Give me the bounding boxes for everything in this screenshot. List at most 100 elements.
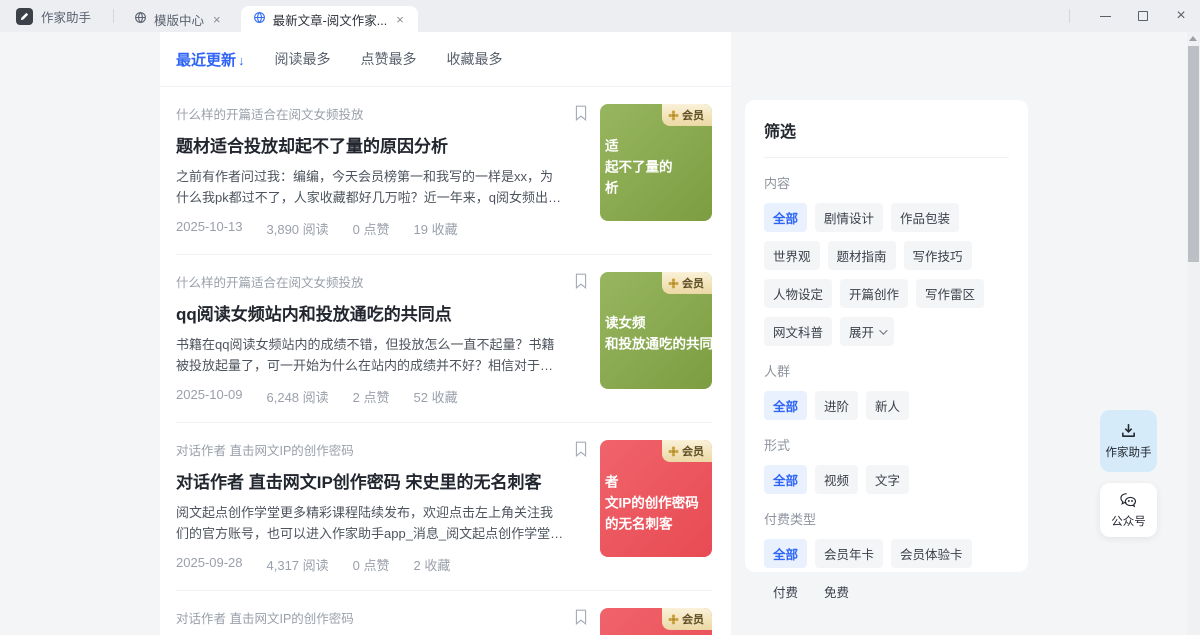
- article-title[interactable]: 题材适合投放却起不了量的原因分析: [176, 132, 564, 157]
- writer-assistant-download-button[interactable]: 作家助手: [1100, 410, 1157, 472]
- thumbnail-text: 读女频 和投放通吃的共同: [600, 312, 712, 354]
- bookmark-button[interactable]: [574, 272, 600, 406]
- article-favs: 19 收藏: [414, 219, 458, 238]
- article-likes: 0 点赞: [353, 555, 390, 574]
- tab-label: 最新文章-阅文作家...: [273, 10, 388, 29]
- maximize-icon: [1138, 11, 1148, 21]
- filter-tag-subject-guide[interactable]: 题材指南: [828, 241, 896, 270]
- chevron-down-icon: [879, 326, 887, 334]
- filter-group-content-label: 内容: [764, 173, 1009, 192]
- filter-tag-video[interactable]: 视频: [815, 465, 858, 494]
- article-meta: 2025-10-09 6,248 阅读 2 点赞 52 收藏: [176, 387, 564, 406]
- filter-tag-webnovel-science[interactable]: 网文科普: [764, 317, 832, 346]
- scrollbar-up-arrow[interactable]: [1189, 36, 1197, 41]
- vip-badge: 会员: [662, 608, 712, 630]
- sort-most-favorited[interactable]: 收藏最多: [447, 49, 503, 69]
- filter-tag-member-trial-card[interactable]: 会员体验卡: [891, 539, 972, 568]
- article-description: 之前有作者问过我：编编，今天会员榜第一和我写的一样是xx，为什么我pk都过不了，…: [176, 166, 564, 208]
- titlebar-divider: [113, 9, 114, 23]
- article-text: 什么样的开篇适合在阅文女频投放 qq阅读女频站内和投放通吃的共同点 书籍在qq阅…: [176, 272, 574, 406]
- expand-button[interactable]: 展开: [840, 317, 894, 346]
- filter-panel: 筛选 内容 全部 剧情设计 作品包装 世界观 题材指南 写作技巧 人物设定 开篇…: [745, 100, 1028, 572]
- article-category: 对话作者 直击网文IP的创作密码: [176, 608, 564, 627]
- article-date: 2025-09-28: [176, 555, 243, 574]
- article-category: 什么样的开篇适合在阅文女频投放: [176, 104, 564, 123]
- article-row[interactable]: 对话作者 直击网文IP的创作密码 对话作者 直击网文IP创作密码 养成系宗门就在…: [176, 591, 712, 635]
- filter-tag-free[interactable]: 免费: [815, 577, 858, 606]
- filter-group-format-tags: 全部 视频 文字: [764, 465, 1009, 494]
- flower-seal-icon: [668, 614, 679, 625]
- scrollbar-thumb[interactable]: [1188, 46, 1199, 262]
- filter-group-audience-tags: 全部 进阶 新人: [764, 391, 1009, 420]
- article-thumbnail[interactable]: 适 起不了量的 析 会员: [600, 104, 712, 221]
- article-title[interactable]: qq阅读女频站内和投放通吃的共同点: [176, 300, 564, 325]
- article-thumbnail[interactable]: 者 文IP的创作密码 的无名刺客 会员: [600, 440, 712, 557]
- article-title[interactable]: 对话作者 直击网文IP创作密码 宋史里的无名刺客: [176, 468, 564, 493]
- filter-tag-work-packaging[interactable]: 作品包装: [891, 203, 959, 232]
- window-controls: ×: [1069, 0, 1200, 32]
- filter-tag-writing-minefield[interactable]: 写作雷区: [916, 279, 984, 308]
- flower-seal-icon: [668, 278, 679, 289]
- filter-tag-all[interactable]: 全部: [764, 203, 807, 232]
- filter-group-content-tags: 全部 剧情设计 作品包装 世界观 题材指南 写作技巧 人物设定 开篇创作 写作雷…: [764, 203, 1009, 346]
- article-reads: 4,317 阅读: [267, 555, 329, 574]
- article-category: 什么样的开篇适合在阅文女频投放: [176, 272, 564, 291]
- article-description: 书籍在qq阅读女频站内的成绩不错，但投放怎么一直不起量？书籍被投放起量了，可一开…: [176, 334, 564, 376]
- bookmark-button[interactable]: [574, 608, 600, 635]
- article-meta: 2025-10-13 3,890 阅读 0 点赞 19 收藏: [176, 219, 564, 238]
- tab-template-center[interactable]: 模版中心 ×: [124, 6, 233, 32]
- filter-tag-text[interactable]: 文字: [866, 465, 909, 494]
- vip-badge: 会员: [662, 104, 712, 126]
- filter-tag-opening-creation[interactable]: 开篇创作: [840, 279, 908, 308]
- bookmark-button[interactable]: [574, 440, 600, 574]
- article-row[interactable]: 什么样的开篇适合在阅文女频投放 题材适合投放却起不了量的原因分析 之前有作者问过…: [176, 87, 712, 255]
- pen-app-icon: [16, 8, 33, 25]
- vip-badge: 会员: [662, 440, 712, 462]
- article-favs: 52 收藏: [414, 387, 458, 406]
- globe-icon: [134, 11, 147, 27]
- official-account-label: 公众号: [1111, 513, 1146, 529]
- filter-tag-worldview[interactable]: 世界观: [764, 241, 820, 270]
- sort-most-read[interactable]: 阅读最多: [275, 49, 331, 69]
- official-account-button[interactable]: 公众号: [1100, 483, 1157, 537]
- thumbnail-text: 适 起不了量的 析: [600, 135, 673, 198]
- filter-tag-member-annual-card[interactable]: 会员年卡: [815, 539, 883, 568]
- minimize-icon: [1100, 16, 1111, 17]
- sort-descending-icon: ↓: [238, 53, 245, 68]
- minimize-button[interactable]: [1086, 0, 1124, 32]
- article-likes: 0 点赞: [353, 219, 390, 238]
- close-window-button[interactable]: ×: [1162, 0, 1200, 32]
- flower-seal-icon: [668, 446, 679, 457]
- article-row[interactable]: 对话作者 直击网文IP的创作密码 对话作者 直击网文IP创作密码 宋史里的无名刺…: [176, 423, 712, 591]
- close-icon[interactable]: ×: [211, 12, 223, 27]
- wechat-icon: [1119, 492, 1138, 508]
- filter-tag-plot-design[interactable]: 剧情设计: [815, 203, 883, 232]
- article-thumbnail[interactable]: 者 文IP的创作密码 宗门就在《万古 会员: [600, 608, 712, 635]
- article-row[interactable]: 什么样的开篇适合在阅文女频投放 qq阅读女频站内和投放通吃的共同点 书籍在qq阅…: [176, 255, 712, 423]
- vip-badge: 会员: [662, 272, 712, 294]
- filter-tag-newcomer[interactable]: 新人: [866, 391, 909, 420]
- sort-recent-update[interactable]: 最近更新↓: [176, 49, 245, 70]
- article-text: 什么样的开篇适合在阅文女频投放 题材适合投放却起不了量的原因分析 之前有作者问过…: [176, 104, 574, 238]
- download-button-label: 作家助手: [1106, 444, 1152, 460]
- filter-tag-character-setting[interactable]: 人物设定: [764, 279, 832, 308]
- article-thumbnail[interactable]: 读女频 和投放通吃的共同 会员: [600, 272, 712, 389]
- article-favs: 2 收藏: [414, 555, 451, 574]
- filter-tag-writing-skills[interactable]: 写作技巧: [904, 241, 972, 270]
- filter-tag-paid[interactable]: 付费: [764, 577, 807, 606]
- bookmark-button[interactable]: [574, 104, 600, 238]
- sort-most-liked[interactable]: 点赞最多: [361, 49, 417, 69]
- maximize-button[interactable]: [1124, 0, 1162, 32]
- close-icon[interactable]: ×: [394, 12, 406, 27]
- close-icon: ×: [1176, 8, 1185, 24]
- filter-tag-advanced[interactable]: 进阶: [815, 391, 858, 420]
- article-meta: 2025-09-28 4,317 阅读 0 点赞 2 收藏: [176, 555, 564, 574]
- tab-latest-articles[interactable]: 最新文章-阅文作家... ×: [241, 6, 418, 32]
- article-category: 对话作者 直击网文IP的创作密码: [176, 440, 564, 459]
- filter-tag-all[interactable]: 全部: [764, 391, 807, 420]
- filter-tag-all[interactable]: 全部: [764, 539, 807, 568]
- article-likes: 2 点赞: [353, 387, 390, 406]
- titlebar: 作家助手 模版中心 × 最新文章-阅文作家... × ×: [0, 0, 1200, 32]
- filter-tag-all[interactable]: 全部: [764, 465, 807, 494]
- app-chip: 作家助手: [0, 7, 103, 26]
